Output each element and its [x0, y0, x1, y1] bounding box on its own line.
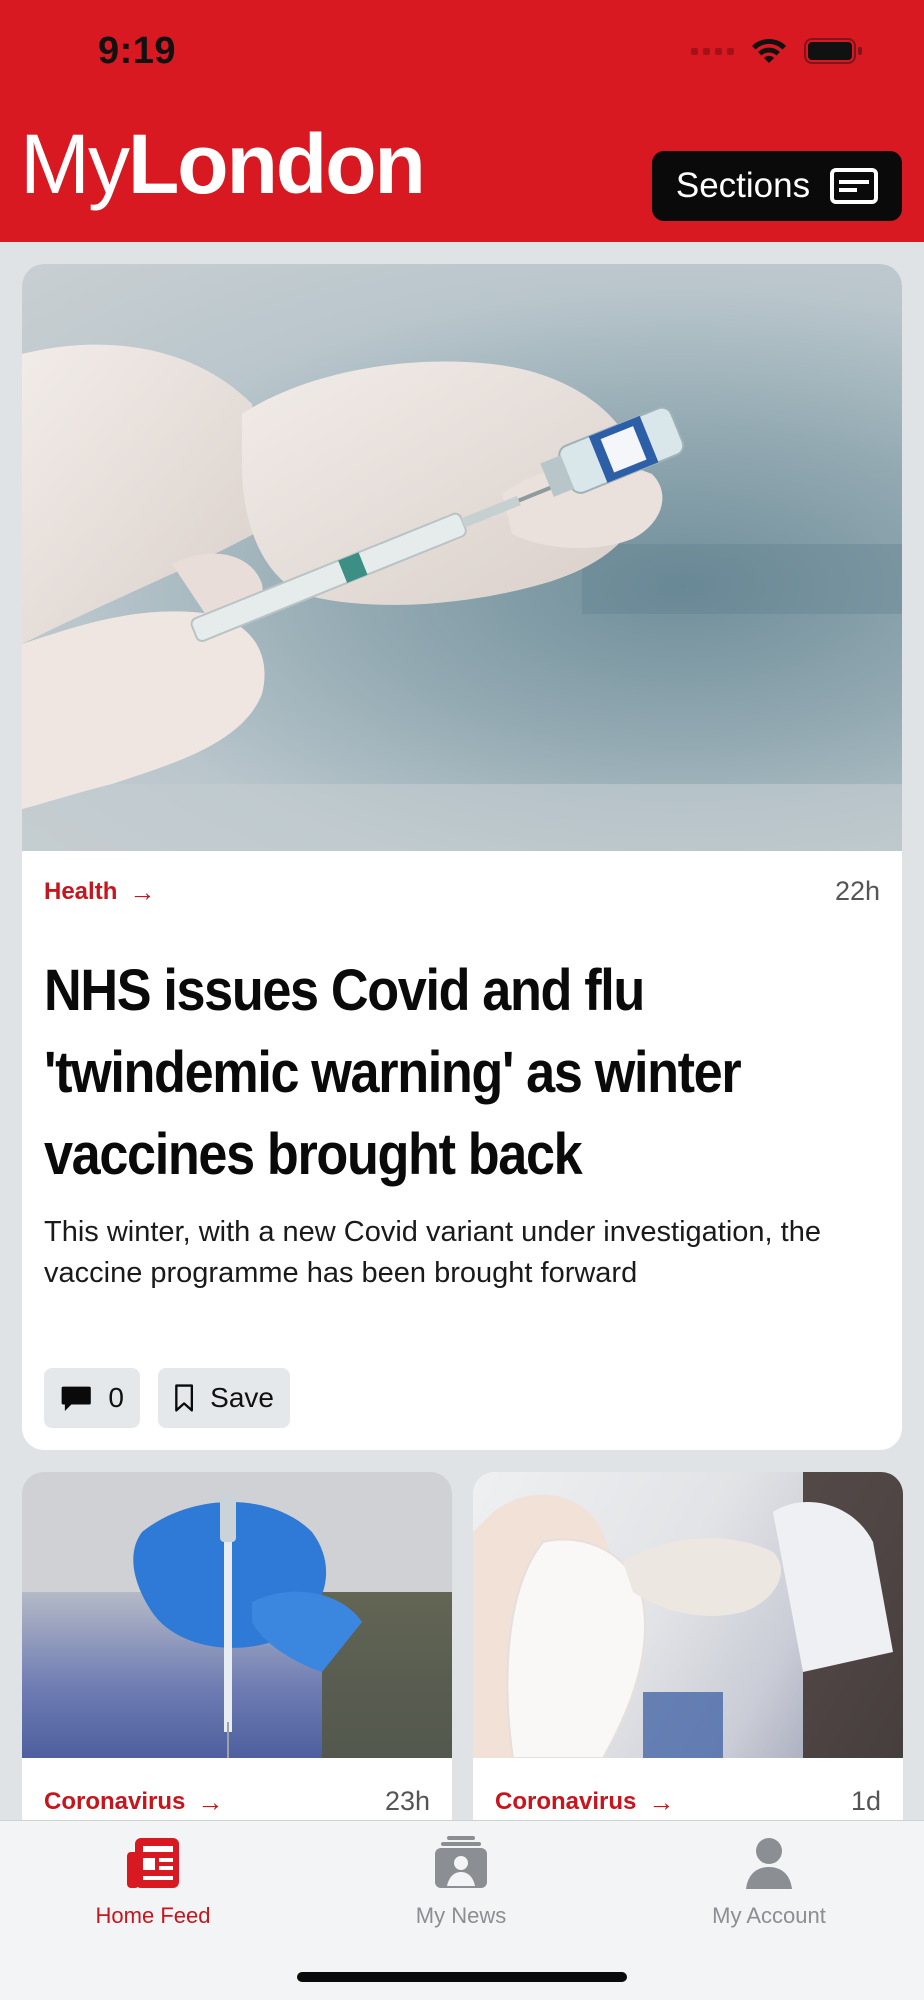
tab-home-feed[interactable]: Home Feed	[53, 1835, 253, 1929]
save-button[interactable]: Save	[158, 1368, 290, 1428]
save-label: Save	[210, 1382, 274, 1413]
arrow-right-icon: →	[197, 1786, 224, 1817]
newspaper-icon	[125, 1835, 181, 1891]
comment-icon	[61, 1386, 91, 1411]
category-label: Coronavirus	[44, 1787, 186, 1815]
logo-my: My	[20, 117, 130, 211]
app-header: 9:19 MyLondon Sections	[0, 0, 924, 242]
sections-icon	[830, 168, 879, 204]
article-card[interactable]: Coronavirus → 1d	[473, 1472, 903, 1832]
tab-label: My News	[415, 1903, 507, 1928]
article-meta: Coronavirus → 1d	[495, 1786, 881, 1817]
cellular-signal-icon	[691, 47, 734, 55]
tab-label: Home Feed	[95, 1903, 211, 1928]
category-link[interactable]: Coronavirus →	[495, 1788, 674, 1816]
tab-label: My Account	[712, 1903, 826, 1928]
status-time: 9:19	[98, 30, 177, 72]
article-headline[interactable]: NHS issues Covid and flu 'twindemic warn…	[44, 950, 872, 1196]
sections-button[interactable]: Sections	[652, 151, 902, 221]
article-meta: Coronavirus → 23h	[44, 1786, 430, 1817]
article-time: 1d	[850, 1786, 881, 1816]
bookmark-icon	[175, 1384, 194, 1412]
category-link[interactable]: Coronavirus →	[44, 1788, 223, 1816]
article-thumbnail[interactable]	[473, 1472, 903, 1758]
wifi-icon	[752, 38, 786, 63]
category-link[interactable]: Health →	[44, 878, 155, 906]
logo-london: London	[127, 117, 426, 211]
home-indicator[interactable]	[297, 1972, 627, 1982]
gloved-hand-syringe-illustration	[22, 1472, 452, 1758]
article-card[interactable]: Coronavirus → 23h	[22, 1472, 452, 1832]
lead-article-meta: Health → 22h	[44, 876, 880, 907]
article-actions: 0 Save	[44, 1368, 290, 1428]
tab-my-account[interactable]: My Account	[669, 1835, 869, 1929]
article-standfirst: This winter, with a new Covid variant un…	[44, 1216, 821, 1289]
tab-my-news[interactable]: My News	[361, 1835, 561, 1929]
person-icon	[741, 1835, 797, 1891]
mylondon-logo[interactable]: MyLondon	[20, 122, 426, 206]
arrow-right-icon: →	[129, 876, 156, 907]
category-label: Coronavirus	[495, 1787, 637, 1815]
my-news-icon	[433, 1835, 489, 1891]
article-hero-image[interactable]	[22, 264, 902, 851]
vaccine-syringe-illustration	[22, 344, 902, 851]
sections-label: Sections	[675, 166, 811, 205]
lead-article-card[interactable]: Health → 22h NHS issues Covid and flu 't…	[22, 264, 902, 1450]
comments-button[interactable]: 0	[44, 1368, 140, 1428]
article-time: 22h	[834, 876, 880, 906]
article-thumbnail[interactable]	[22, 1472, 452, 1758]
arrow-right-icon: →	[648, 1786, 675, 1817]
comment-count: 0	[108, 1382, 124, 1413]
status-icons	[691, 36, 864, 66]
article-time: 23h	[384, 1786, 430, 1816]
category-label: Health	[44, 877, 118, 905]
battery-icon	[804, 38, 862, 64]
child-vaccination-illustration	[473, 1472, 903, 1758]
